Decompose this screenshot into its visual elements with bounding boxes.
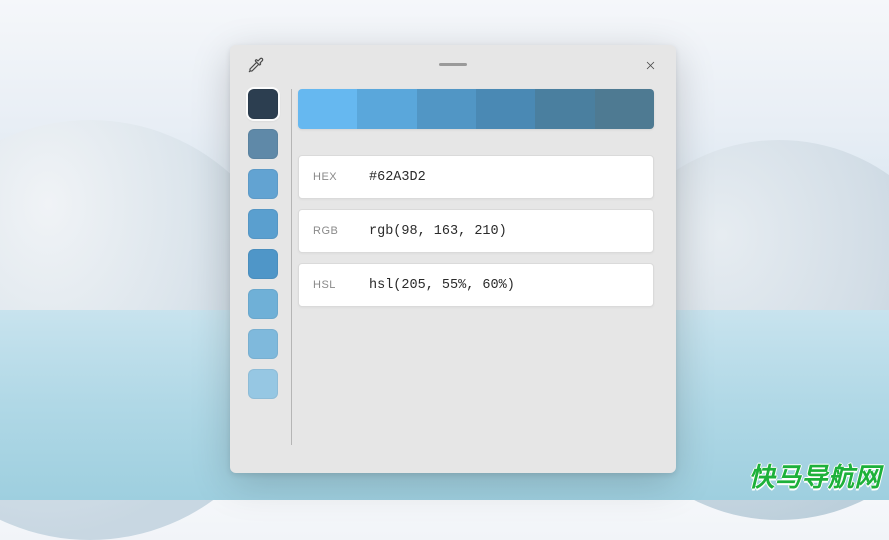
close-button[interactable]	[638, 53, 662, 77]
history-swatch-1[interactable]	[248, 129, 278, 159]
history-swatch-0[interactable]	[248, 89, 278, 119]
shade-3[interactable]	[476, 89, 535, 129]
content-area: HEX #62A3D2 RGB rgb(98, 163, 210) HSL hs…	[230, 85, 676, 473]
main-column: HEX #62A3D2 RGB rgb(98, 163, 210) HSL hs…	[298, 89, 654, 455]
shade-bar	[298, 89, 654, 129]
eyedropper-icon	[248, 57, 264, 73]
hex-row[interactable]: HEX #62A3D2	[298, 155, 654, 199]
color-picker-window: HEX #62A3D2 RGB rgb(98, 163, 210) HSL hs…	[230, 45, 676, 473]
titlebar[interactable]	[230, 45, 676, 85]
drag-handle[interactable]	[439, 63, 467, 66]
rgb-label: RGB	[313, 225, 343, 237]
history-swatch-5[interactable]	[248, 289, 278, 319]
rgb-row[interactable]: RGB rgb(98, 163, 210)	[298, 209, 654, 253]
hsl-label: HSL	[313, 279, 343, 291]
close-icon	[644, 59, 657, 72]
watermark: 快马导航网	[748, 457, 881, 494]
hex-label: HEX	[313, 171, 343, 183]
hex-value: #62A3D2	[369, 170, 426, 185]
shade-2[interactable]	[417, 89, 476, 129]
hsl-row[interactable]: HSL hsl(205, 55%, 60%)	[298, 263, 654, 307]
shade-5[interactable]	[595, 89, 654, 129]
history-swatch-7[interactable]	[248, 369, 278, 399]
color-history	[248, 89, 282, 455]
shade-1[interactable]	[357, 89, 416, 129]
hsl-value: hsl(205, 55%, 60%)	[369, 278, 515, 293]
rgb-value: rgb(98, 163, 210)	[369, 224, 507, 239]
history-swatch-3[interactable]	[248, 209, 278, 239]
history-swatch-6[interactable]	[248, 329, 278, 359]
shade-4[interactable]	[535, 89, 594, 129]
eyedropper-button[interactable]	[244, 53, 268, 77]
history-divider	[291, 89, 292, 445]
shade-0[interactable]	[298, 89, 357, 129]
history-swatch-2[interactable]	[248, 169, 278, 199]
value-rows: HEX #62A3D2 RGB rgb(98, 163, 210) HSL hs…	[298, 155, 654, 307]
history-swatch-4[interactable]	[248, 249, 278, 279]
